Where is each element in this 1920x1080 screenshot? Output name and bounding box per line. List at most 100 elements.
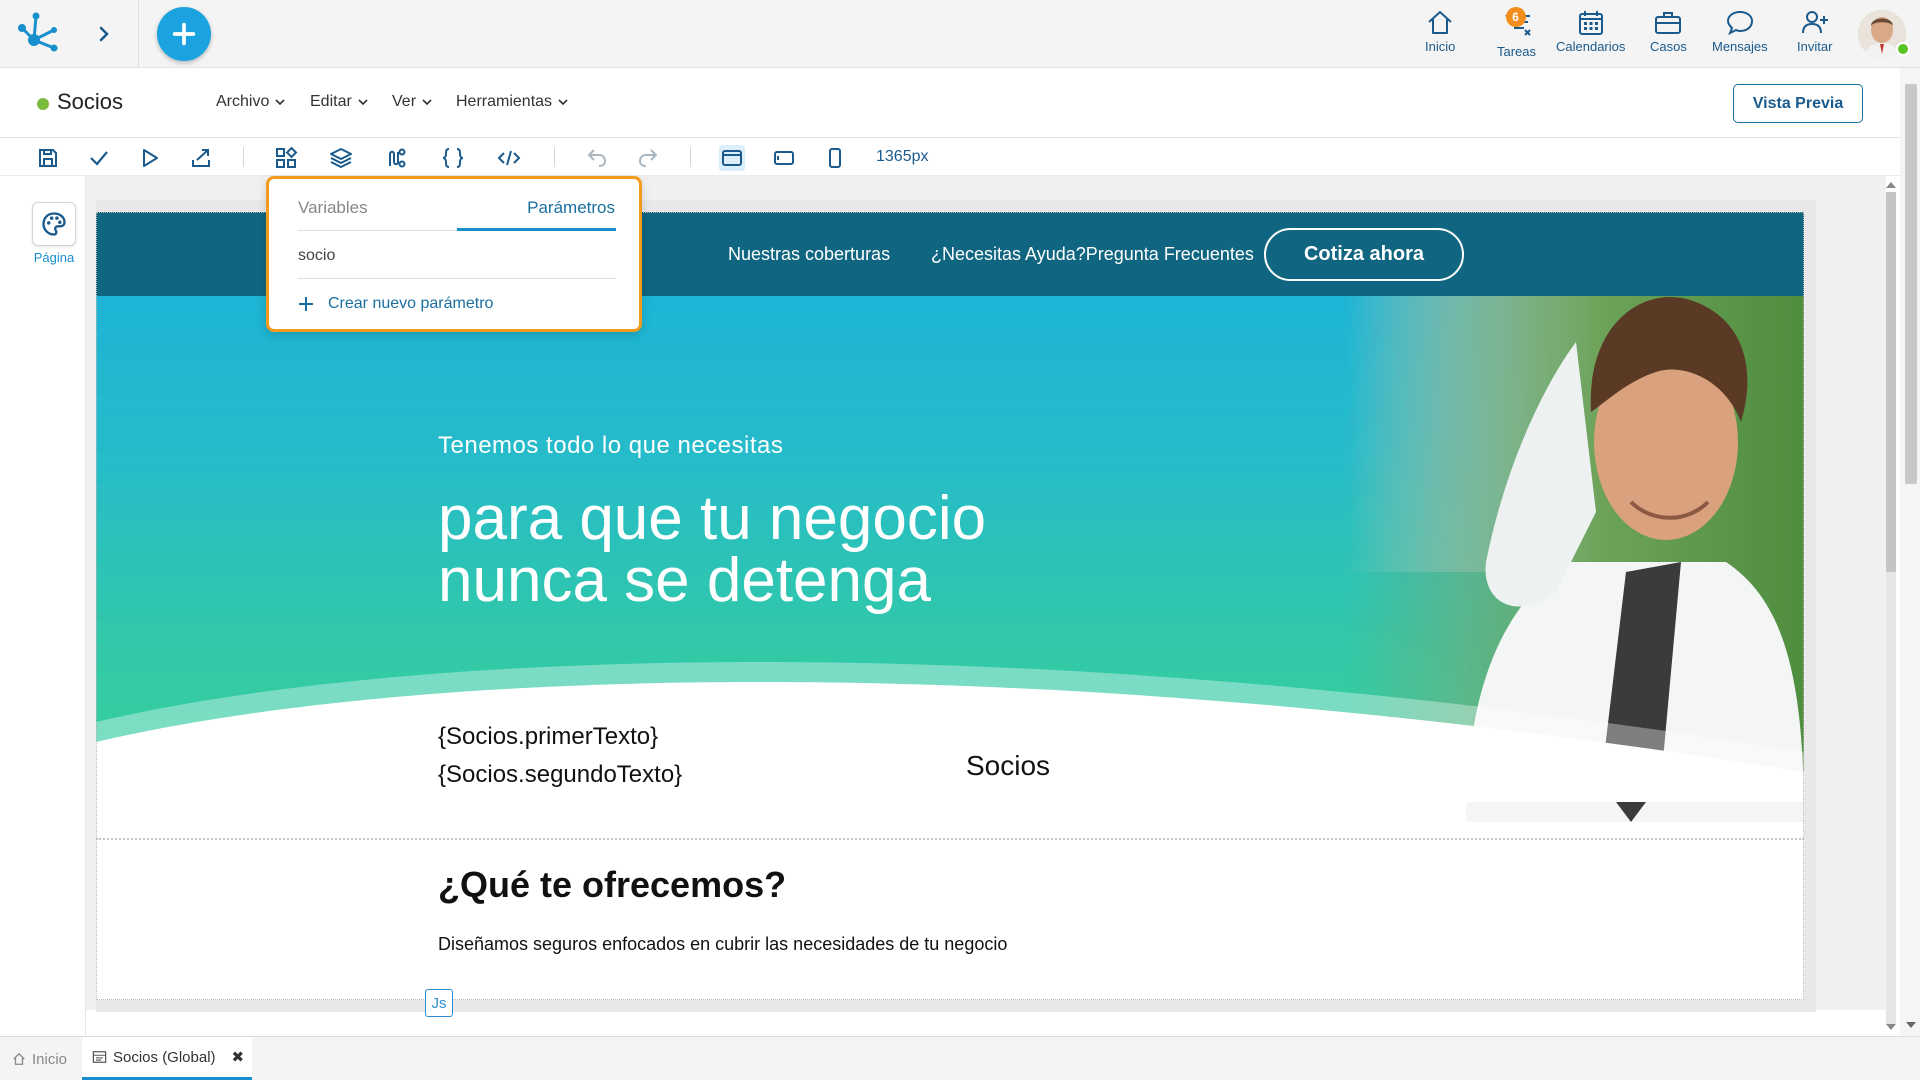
redo-button[interactable]: [635, 145, 661, 171]
canvas-scroll-thumb[interactable]: [1886, 192, 1896, 572]
section-divider: [96, 838, 1804, 840]
param-text: {Socios.primerTexto}: [438, 723, 659, 750]
expand-chevron-icon[interactable]: [92, 22, 116, 46]
menu-archivo[interactable]: Archivo: [216, 93, 286, 111]
editor-toolbar: 1365px: [0, 138, 1920, 176]
create-new-button[interactable]: [157, 7, 211, 61]
nav-item-mensajes[interactable]: Mensajes: [1712, 8, 1768, 60]
javascript-badge[interactable]: Js: [425, 989, 453, 1017]
offer-description[interactable]: Diseñamos seguros enfocados en cubrir la…: [438, 934, 1007, 955]
hero-wave-divider: [96, 662, 1804, 802]
menu-label: Ver: [392, 93, 417, 110]
menu-herramientas[interactable]: Herramientas: [456, 93, 569, 111]
scroll-down-arrow-icon[interactable]: [1905, 1020, 1917, 1030]
bottom-tab-socios[interactable]: Socios (Global) ✖: [82, 1037, 252, 1080]
parameter-item[interactable]: socio: [298, 247, 335, 265]
create-parameter-button[interactable]: Crear nuevo parámetro: [298, 295, 493, 313]
view-mobile-button[interactable]: [822, 145, 848, 171]
save-button[interactable]: [35, 145, 61, 171]
curly-braces-icon: [442, 148, 464, 168]
nav-item-casos[interactable]: Casos: [1650, 8, 1687, 60]
publish-button[interactable]: [188, 145, 214, 171]
cta-cotiza-button[interactable]: Cotiza ahora: [1264, 228, 1464, 281]
redo-icon: [638, 149, 658, 167]
active-tab-indicator: [457, 228, 616, 231]
nav-item-invitar[interactable]: Invitar: [1797, 8, 1832, 60]
calendar-icon: [1578, 11, 1603, 35]
layers-button[interactable]: [328, 145, 354, 171]
validate-button[interactable]: [86, 145, 112, 171]
nav-item-tareas[interactable]: 6 Tareas: [1497, 7, 1536, 60]
list-divider: [298, 278, 616, 279]
code-button[interactable]: [496, 145, 522, 171]
page-properties-button[interactable]: [32, 202, 76, 246]
side-panel: [0, 176, 86, 1036]
flow-button[interactable]: [383, 145, 409, 171]
scroll-up-arrow-icon[interactable]: [1885, 180, 1897, 190]
play-icon: [143, 149, 158, 167]
variables-parameters-popup: Variables Parámetros socio Crear nuevo p…: [266, 176, 642, 332]
view-tablet-button[interactable]: [771, 145, 797, 171]
hero-subtitle: Tenemos todo lo que necesitas: [438, 432, 784, 459]
tab-parametros[interactable]: Parámetros: [527, 198, 615, 218]
hero-title-line: para que tu negocio: [438, 484, 987, 553]
menu-editar[interactable]: Editar: [310, 93, 369, 111]
run-button[interactable]: [137, 145, 163, 171]
page-properties-label: Página: [33, 250, 75, 265]
hero-title-line: nunca se detenga: [438, 546, 931, 615]
menu-bar: Socios Archivo Editar Ver Herramientas V…: [0, 68, 1920, 138]
view-desktop-button[interactable]: [719, 145, 745, 171]
close-tab-icon[interactable]: ✖: [232, 1048, 245, 1066]
bottom-tab-strip: Inicio Socios (Global) ✖: [0, 1036, 1920, 1080]
site-nav-ayuda[interactable]: ¿Necesitas Ayuda?Pregunta Frecuentes: [931, 244, 1254, 265]
layers-icon: [330, 148, 352, 168]
menu-label: Herramientas: [456, 93, 553, 110]
variables-button[interactable]: [440, 145, 466, 171]
top-app-bar: Inicio 6 Tareas Calendarios Casos Mensaj…: [0, 0, 1920, 68]
form-icon: [92, 1051, 107, 1063]
chevron-down-icon: [558, 99, 568, 106]
topbar-divider: [138, 0, 139, 68]
page-scrollbar-thumb[interactable]: [1905, 84, 1917, 484]
nav-label: Invitar: [1797, 39, 1833, 54]
tablet-view-icon: [774, 151, 794, 165]
nav-item-inicio[interactable]: Inicio: [1425, 8, 1455, 60]
document-status-dot: [37, 98, 49, 110]
site-nav-coberturas[interactable]: Nuestras coberturas: [728, 244, 890, 265]
code-icon: [497, 150, 521, 166]
palette-icon: [42, 212, 66, 236]
nav-label: Casos: [1650, 39, 1687, 54]
preview-button[interactable]: Vista Previa: [1733, 84, 1863, 123]
offer-title[interactable]: ¿Qué te ofrecemos?: [438, 864, 786, 906]
toolbar-separator: [690, 147, 691, 167]
undo-button[interactable]: [584, 145, 610, 171]
bottom-tab-inicio[interactable]: Inicio: [12, 1037, 67, 1080]
undo-icon: [587, 149, 607, 167]
desktop-view-icon: [722, 150, 742, 166]
canvas-width-readout: 1365px: [876, 148, 929, 165]
flow-icon: [389, 148, 406, 168]
briefcase-icon: [1655, 12, 1682, 34]
nav-item-calendarios[interactable]: Calendarios: [1556, 8, 1625, 60]
param-text: {Socios.segundoTexto}: [438, 761, 683, 788]
hero-title: para que tu negocio nunca se detenga: [438, 488, 1138, 612]
plus-icon: [172, 22, 196, 46]
nav-label: Inicio: [1425, 39, 1456, 54]
tab-variables[interactable]: Variables: [298, 198, 368, 218]
app-logo-icon[interactable]: [14, 10, 62, 58]
chat-icon: [1726, 10, 1753, 36]
nav-label: Calendarios: [1556, 39, 1626, 54]
mobile-view-icon: [829, 148, 841, 168]
chevron-down-icon: [358, 99, 368, 106]
scroll-down-arrow-icon[interactable]: [1885, 1022, 1897, 1032]
home-icon: [13, 1052, 25, 1065]
socios-label[interactable]: Socios: [966, 750, 1050, 782]
document-title: Socios: [57, 89, 124, 114]
param-text-block[interactable]: {Socios.primerTexto} {Socios.segundoText…: [438, 718, 682, 794]
export-icon: [192, 149, 210, 167]
nav-label: Mensajes: [1712, 39, 1768, 54]
invite-user-icon: [1801, 11, 1828, 34]
components-button[interactable]: [273, 145, 299, 171]
menu-ver[interactable]: Ver: [392, 93, 433, 111]
save-icon: [39, 149, 57, 167]
